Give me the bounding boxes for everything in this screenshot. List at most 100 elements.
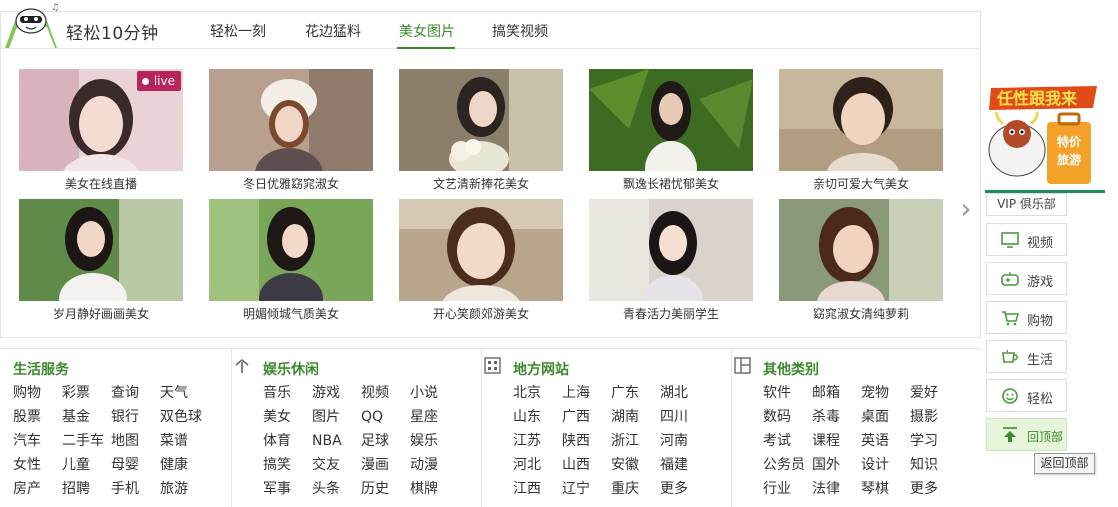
category-link[interactable]: 行业 bbox=[763, 480, 812, 499]
photo-thumbnail[interactable]: live bbox=[19, 69, 183, 171]
category-link[interactable]: 图片 bbox=[312, 408, 361, 427]
rail-games-button[interactable]: 游戏 bbox=[986, 262, 1067, 295]
category-link[interactable]: 手机 bbox=[111, 480, 160, 499]
category-link[interactable]: 头条 bbox=[312, 480, 361, 499]
category-link[interactable]: 娱乐 bbox=[410, 432, 459, 451]
category-title[interactable]: 其他类别 bbox=[763, 359, 819, 379]
travel-promo-banner[interactable]: 任性跟我来 特价 旅游 bbox=[985, 78, 1105, 193]
category-link[interactable]: 儿童 bbox=[62, 456, 111, 475]
rail-shopping-button[interactable]: 购物 bbox=[986, 301, 1067, 334]
category-link[interactable]: 音乐 bbox=[263, 384, 312, 403]
brand-title[interactable]: 轻松10分钟 bbox=[66, 19, 159, 44]
category-link[interactable]: 健康 bbox=[160, 456, 209, 475]
category-link[interactable]: 数码 bbox=[763, 408, 812, 427]
photo-caption[interactable]: 冬日优雅窈窕淑女 bbox=[209, 175, 373, 192]
category-link[interactable]: 搞笑 bbox=[263, 456, 312, 475]
category-link[interactable]: 股票 bbox=[13, 408, 62, 427]
photo-caption[interactable]: 开心笑颜郊游美女 bbox=[399, 305, 563, 322]
photo-caption[interactable]: 青春活力美丽学生 bbox=[589, 305, 753, 322]
category-link[interactable]: 游戏 bbox=[312, 384, 361, 403]
tab-relax-moment[interactable]: 轻松一刻 bbox=[210, 21, 266, 41]
prev-arrow-icon[interactable] bbox=[1, 194, 9, 224]
photo-card[interactable]: 窈窕淑女清纯萝莉 bbox=[779, 199, 943, 322]
category-title[interactable]: 地方网站 bbox=[513, 359, 569, 379]
category-link[interactable]: 更多 bbox=[660, 480, 709, 499]
category-link[interactable]: 陕西 bbox=[562, 432, 611, 451]
category-link[interactable]: 军事 bbox=[263, 480, 312, 499]
photo-card[interactable]: 文艺清新捧花美女 bbox=[399, 69, 563, 192]
category-link[interactable]: 设计 bbox=[861, 456, 910, 475]
category-link[interactable]: 交友 bbox=[312, 456, 361, 475]
category-link[interactable]: 母婴 bbox=[111, 456, 160, 475]
category-link[interactable]: 视频 bbox=[361, 384, 410, 403]
back-to-top-button[interactable]: 回顶部 bbox=[986, 418, 1067, 451]
category-link[interactable]: 体育 bbox=[263, 432, 312, 451]
photo-card[interactable]: 亲切可爱大气美女 bbox=[779, 69, 943, 192]
category-link[interactable]: 学习 bbox=[910, 432, 959, 451]
category-link[interactable]: 琴棋 bbox=[861, 480, 910, 499]
tab-funny-videos[interactable]: 搞笑视频 bbox=[492, 21, 548, 41]
category-link[interactable]: 浙江 bbox=[611, 432, 660, 451]
photo-thumbnail[interactable] bbox=[589, 69, 753, 171]
category-link[interactable]: 北京 bbox=[513, 384, 562, 403]
category-link[interactable]: 女性 bbox=[13, 456, 62, 475]
category-link[interactable]: 课程 bbox=[812, 432, 861, 451]
category-link[interactable]: 山东 bbox=[513, 408, 562, 427]
tab-gossip[interactable]: 花边猛料 bbox=[305, 21, 361, 41]
category-link[interactable]: 足球 bbox=[361, 432, 410, 451]
photo-thumbnail[interactable] bbox=[779, 69, 943, 171]
category-link[interactable]: 旅游 bbox=[160, 480, 209, 499]
category-link[interactable]: 桌面 bbox=[861, 408, 910, 427]
category-link[interactable]: 房产 bbox=[13, 480, 62, 499]
category-link[interactable]: 更多 bbox=[910, 480, 959, 499]
photo-caption[interactable]: 窈窕淑女清纯萝莉 bbox=[779, 305, 943, 322]
category-link[interactable]: 漫画 bbox=[361, 456, 410, 475]
category-link[interactable]: 软件 bbox=[763, 384, 812, 403]
category-link[interactable]: 历史 bbox=[361, 480, 410, 499]
rail-video-button[interactable]: 视频 bbox=[986, 223, 1067, 256]
category-link[interactable]: 辽宁 bbox=[562, 480, 611, 499]
category-link[interactable]: NBA bbox=[312, 432, 361, 451]
photo-thumbnail[interactable] bbox=[19, 199, 183, 301]
category-link[interactable]: QQ bbox=[361, 408, 410, 427]
photo-caption[interactable]: 飘逸长裙忧郁美女 bbox=[589, 175, 753, 192]
photo-caption[interactable]: 美女在线直播 bbox=[19, 175, 183, 192]
photo-thumbnail[interactable] bbox=[399, 69, 563, 171]
photo-thumbnail[interactable] bbox=[589, 199, 753, 301]
photo-thumbnail[interactable] bbox=[399, 199, 563, 301]
category-link[interactable]: 邮箱 bbox=[812, 384, 861, 403]
tab-beauty-photos[interactable]: 美女图片 bbox=[399, 21, 455, 41]
vip-club-link[interactable]: VIP 俱乐部 bbox=[986, 193, 1067, 216]
category-link[interactable]: 双色球 bbox=[160, 408, 209, 427]
category-link[interactable]: 地图 bbox=[111, 432, 160, 451]
category-link[interactable]: 摄影 bbox=[910, 408, 959, 427]
category-link[interactable]: 银行 bbox=[111, 408, 160, 427]
photo-card[interactable]: 明媚倾城气质美女 bbox=[209, 199, 373, 322]
category-link[interactable]: 安徽 bbox=[611, 456, 660, 475]
category-link[interactable]: 广西 bbox=[562, 408, 611, 427]
photo-caption[interactable]: 明媚倾城气质美女 bbox=[209, 305, 373, 322]
category-link[interactable]: 河南 bbox=[660, 432, 709, 451]
photo-caption[interactable]: 亲切可爱大气美女 bbox=[779, 175, 943, 192]
category-link[interactable]: 菜谱 bbox=[160, 432, 209, 451]
photo-card[interactable]: 冬日优雅窈窕淑女 bbox=[209, 69, 373, 192]
photo-card[interactable]: 开心笑颜郊游美女 bbox=[399, 199, 563, 322]
category-link[interactable]: 上海 bbox=[562, 384, 611, 403]
next-arrow-icon[interactable]: › bbox=[956, 194, 976, 224]
category-link[interactable]: 湖北 bbox=[660, 384, 709, 403]
category-link[interactable]: 汽车 bbox=[13, 432, 62, 451]
category-link[interactable]: 湖南 bbox=[611, 408, 660, 427]
category-link[interactable]: 英语 bbox=[861, 432, 910, 451]
photo-card[interactable]: live 美女在线直播 bbox=[19, 69, 183, 192]
category-link[interactable]: 天气 bbox=[160, 384, 209, 403]
category-link[interactable]: 河北 bbox=[513, 456, 562, 475]
category-link[interactable]: 国外 bbox=[812, 456, 861, 475]
category-link[interactable]: 动漫 bbox=[410, 456, 459, 475]
category-link[interactable]: 星座 bbox=[410, 408, 459, 427]
category-link[interactable]: 江西 bbox=[513, 480, 562, 499]
category-link[interactable]: 购物 bbox=[13, 384, 62, 403]
photo-card[interactable]: 飘逸长裙忧郁美女 bbox=[589, 69, 753, 192]
category-link[interactable]: 招聘 bbox=[62, 480, 111, 499]
category-link[interactable]: 宠物 bbox=[861, 384, 910, 403]
photo-thumbnail[interactable] bbox=[209, 69, 373, 171]
